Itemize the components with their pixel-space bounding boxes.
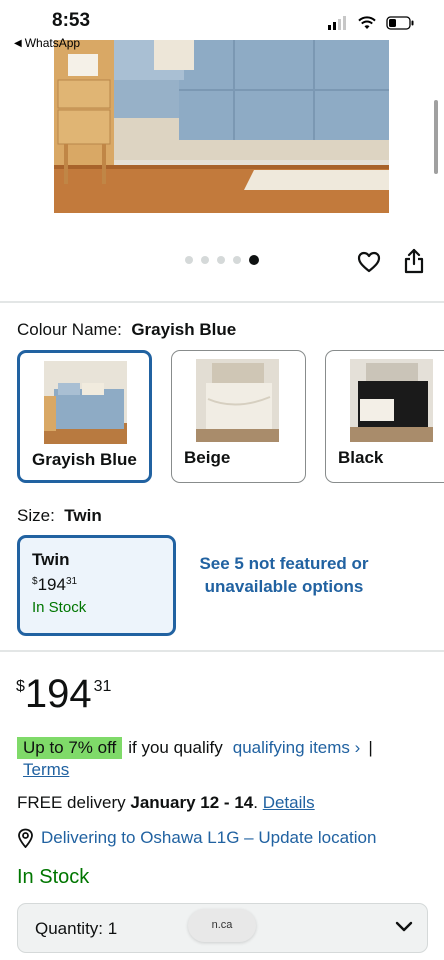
battery-icon [386, 16, 414, 30]
chevron-down-icon [395, 921, 413, 932]
back-to-whatsapp[interactable]: ◀ WhatsApp [14, 36, 80, 50]
size-option-price: $19431 [32, 575, 161, 595]
size-price-fraction: 31 [65, 576, 78, 587]
location-pin-icon [18, 828, 33, 848]
signal-icon [328, 16, 346, 30]
terms-link[interactable]: Terms [23, 760, 69, 780]
back-app-label: WhatsApp [24, 36, 81, 50]
quantity-label: Quantity: 1 [35, 919, 117, 939]
deal-badge: Up to 7% off [17, 737, 123, 759]
price: $ 194 31 [16, 672, 111, 716]
quantity-value: 1 [107, 919, 118, 938]
promo-row: Up to 7% off if you qualify qualifying i… [17, 737, 373, 759]
pagination-dot[interactable] [249, 255, 259, 265]
size-label: Size: [17, 506, 55, 525]
url-bar[interactable]: n.ca [188, 909, 256, 942]
swatch-thumbnail-black [350, 359, 433, 442]
qualifying-items-link[interactable]: qualifying items › [233, 738, 361, 758]
quantity-label-text: Quantity: [35, 919, 104, 938]
delivery-location-link[interactable]: Delivering to Oshawa L1G – Update locati… [17, 828, 376, 848]
size-option-twin[interactable]: Twin $19431 In Stock [17, 535, 176, 636]
location-text: Delivering to Oshawa L1G – Update locati… [41, 828, 377, 847]
pagination-dot[interactable] [233, 256, 241, 264]
price-currency: $ [16, 678, 25, 695]
swatch-label: Grayish Blue [32, 450, 137, 469]
delivery-suffix: . [253, 793, 258, 812]
price-fraction: 31 [93, 678, 112, 695]
delivery-details-link[interactable]: Details [263, 793, 315, 812]
delivery-info: FREE delivery January 12 - 14. Details [17, 793, 315, 813]
promo-separator: | [368, 738, 373, 757]
wifi-icon [358, 16, 376, 29]
pagination-dot[interactable] [201, 256, 209, 264]
colour-swatch-beige[interactable]: Beige [171, 350, 306, 483]
section-divider [0, 650, 444, 652]
size-option-stock: In Stock [32, 599, 87, 616]
pagination-dot[interactable] [185, 256, 193, 264]
size-option-name: Twin [32, 550, 70, 569]
product-image[interactable] [54, 40, 389, 213]
price-whole: 194 [24, 672, 92, 716]
share-icon[interactable] [402, 248, 426, 274]
colour-name-row: Colour Name: Grayish Blue [17, 320, 236, 340]
colour-label: Colour Name: [17, 320, 122, 339]
colour-swatch-grayish-blue[interactable]: Grayish Blue [17, 350, 152, 483]
delivery-date: January 12 - 14 [130, 793, 254, 812]
back-triangle-icon: ◀ [14, 37, 22, 49]
section-divider [0, 301, 444, 303]
swatch-label: Black [338, 448, 384, 467]
status-icons [328, 16, 414, 30]
delivery-prefix: FREE delivery [17, 793, 126, 812]
see-more-options-link[interactable]: See 5 not featured or unavailable option… [196, 552, 372, 598]
colour-swatch-black[interactable]: Black [325, 350, 444, 483]
swatch-thumbnail-beige [196, 359, 279, 442]
size-row: Size: Twin [17, 506, 102, 526]
pagination-dot[interactable] [217, 256, 225, 264]
status-time: 8:53 [52, 10, 91, 31]
size-selected-value: Twin [64, 506, 102, 525]
colour-selected-value: Grayish Blue [131, 320, 237, 339]
heart-icon[interactable] [356, 249, 382, 275]
product-image-graphic [54, 40, 389, 213]
swatch-label: Beige [184, 448, 231, 467]
promo-qualifier: if you qualify [128, 738, 223, 757]
swatch-thumbnail-grayish-blue [44, 361, 127, 444]
size-price-whole: 194 [37, 575, 66, 594]
scrollbar[interactable] [434, 100, 438, 174]
availability-status: In Stock [17, 866, 90, 888]
